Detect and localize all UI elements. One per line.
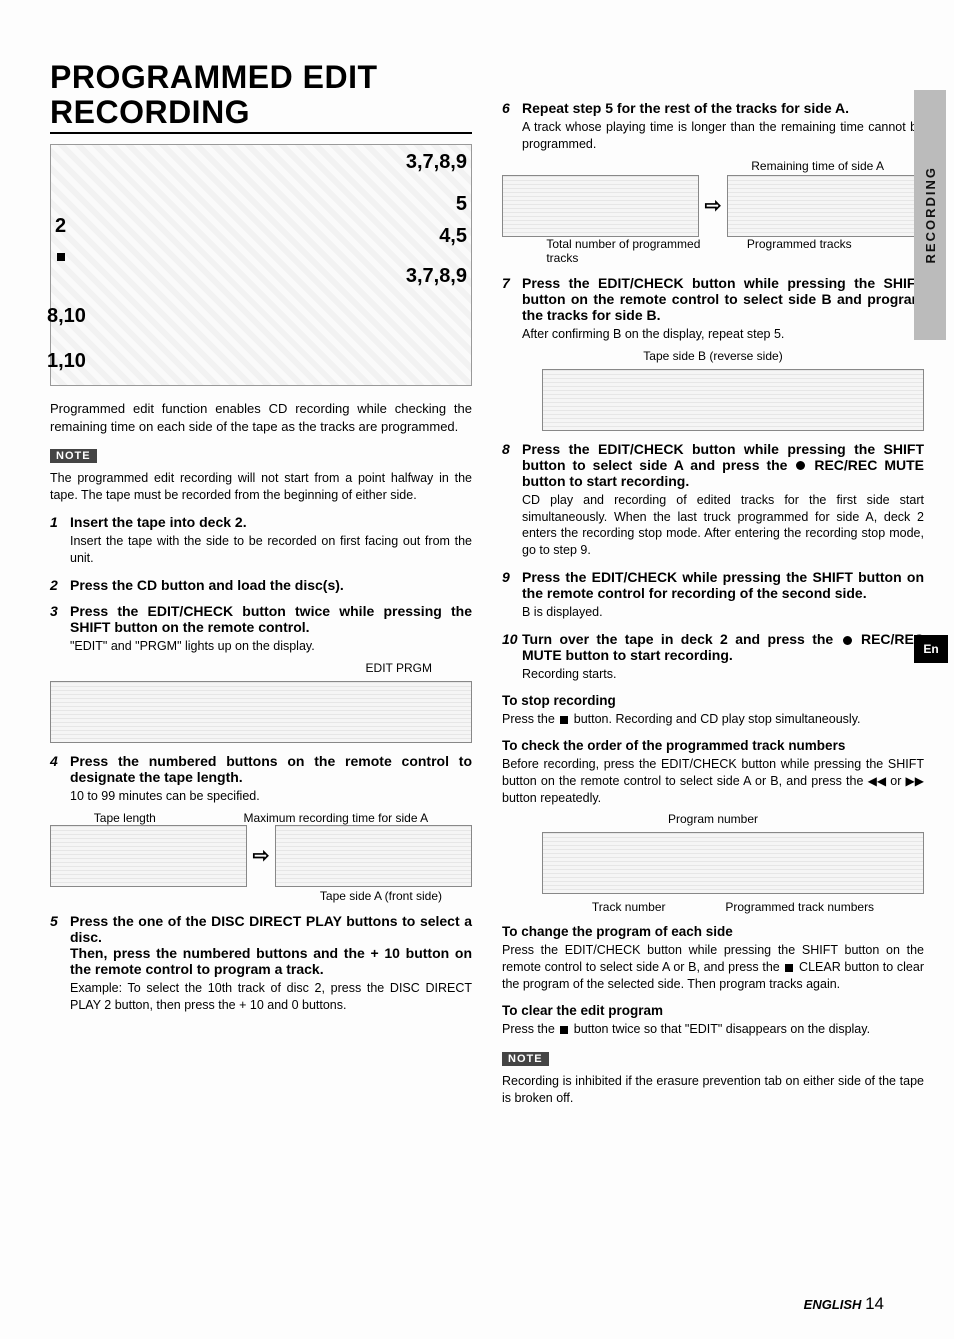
note-badge: NOTE [50,449,97,463]
lcd-display-step7 [542,369,924,431]
side-tab-recording: RECORDING [914,90,946,340]
step-2: 2 Press the CD button and load the disc(… [50,577,472,593]
note2-text: Recording is inhibited if the erasure pr… [502,1073,924,1107]
page-footer: ENGLISH 14 [804,1294,884,1314]
clear-program-heading: To clear the edit program [502,1003,924,1018]
step-1: 1 Insert the tape into deck 2. [50,514,472,530]
stop-icon [57,253,65,261]
stop-icon [560,1026,568,1034]
stop-icon [785,964,793,972]
content-columns: PROGRAMMED EDIT RECORDING 2 8,10 1,10 3,… [50,60,924,1113]
lcd-display-step3 [50,681,472,743]
page-title: PROGRAMMED EDIT RECORDING [50,60,472,134]
note-badge: NOTE [502,1052,549,1066]
step-7: 7 Press the EDIT/CHECK button while pres… [502,275,924,323]
left-column: PROGRAMMED EDIT RECORDING 2 8,10 1,10 3,… [50,60,472,1113]
lcd-display-step6: ⇨ [502,175,924,237]
step-10: 10 Turn over the tape in deck 2 and pres… [502,631,924,663]
right-column: 6 Repeat step 5 for the rest of the trac… [502,60,924,1113]
step-8: 8 Press the EDIT/CHECK button while pres… [502,441,924,489]
step-4: 4 Press the numbered buttons on the remo… [50,753,472,785]
stop-icon [560,716,568,724]
step-6: 6 Repeat step 5 for the rest of the trac… [502,100,924,116]
change-program-heading: To change the program of each side [502,924,924,939]
lcd-display-step4: ⇨ [50,825,472,887]
rewind-icon: ◀◀ [868,775,886,787]
figure-stereo-remote: 2 8,10 1,10 3,7,8,9 5 4,5 3,7,8,9 [50,144,472,386]
arrow-right-icon: ⇨ [253,843,270,868]
en-language-tab: En [914,635,948,663]
arrow-right-icon: ⇨ [705,193,722,218]
note1-text: The programmed edit recording will not s… [50,470,472,504]
check-order-heading: To check the order of the programmed tra… [502,738,924,753]
step-9: 9 Press the EDIT/CHECK while pressing th… [502,569,924,601]
intro-text: Programmed edit function enables CD reco… [50,400,472,435]
fast-forward-icon: ▶▶ [906,775,924,787]
step-3: 3 Press the EDIT/CHECK button twice whil… [50,603,472,635]
record-icon [843,636,852,645]
step-5: 5 Press the one of the DISC DIRECT PLAY … [50,913,472,977]
lcd-display-checkorder [542,832,924,894]
stop-recording-heading: To stop recording [502,693,924,708]
record-icon [796,461,805,470]
